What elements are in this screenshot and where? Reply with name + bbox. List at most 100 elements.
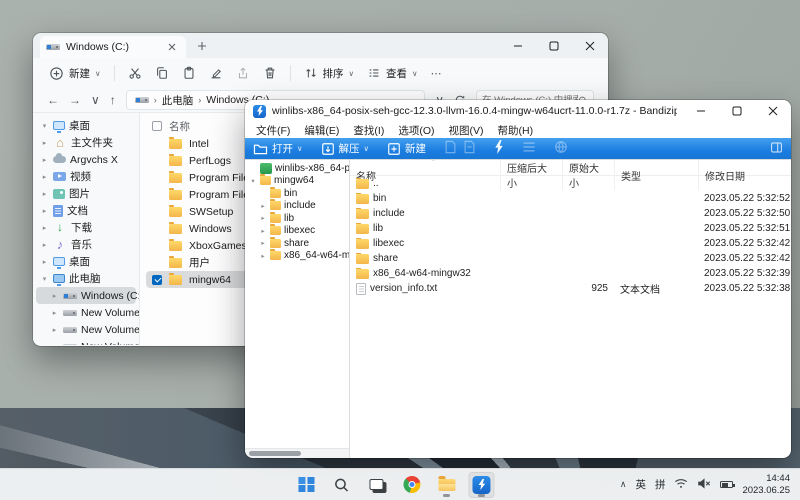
maximize-button[interactable] [719,100,755,122]
tree-item[interactable]: winlibs-x86_64-posix-seh-gcc-1 [245,162,349,175]
explorer-titlebar[interactable]: Windows (C:) [33,33,608,58]
tab-close-icon[interactable] [164,39,180,55]
expander-icon[interactable]: ▸ [40,258,49,266]
tree-item[interactable]: ▸ lib [245,212,349,225]
horizontal-scrollbar[interactable] [245,448,349,458]
menu-item[interactable]: 文件(F) [249,123,297,138]
expander-icon[interactable]: ▸ [50,309,59,317]
start-button[interactable] [293,472,319,498]
explorer-tab[interactable]: Windows (C:) [40,36,186,58]
more-button[interactable]: ⋯ [431,67,442,80]
column-original-size[interactable]: 原始大小 [562,160,614,190]
expander-icon[interactable]: ▸ [259,202,267,210]
column-name[interactable]: 名称 ˆ [350,160,500,190]
sidebar-item[interactable]: ▸ ♪ 音乐 [36,236,136,253]
sidebar-item[interactable]: ▸ 视频 [36,168,136,185]
panel-settings-button[interactable] [770,141,783,157]
sidebar-item[interactable]: ▸ 桌面 [36,253,136,270]
menu-item[interactable]: 选项(O) [391,123,441,138]
archive-row[interactable]: share 2023.05.22 5:32:42 [350,251,791,266]
tree-item[interactable]: ▸ include [245,200,349,213]
archive-row[interactable]: x86_64-w64-mingw32 2023.05.22 5:32:39 [350,266,791,281]
expander-icon[interactable]: ▸ [40,207,49,215]
expander-icon[interactable]: ▸ [40,190,49,198]
scrollbar-thumb[interactable] [249,451,301,456]
new-tab-button[interactable] [194,38,210,54]
close-button[interactable] [572,33,608,58]
open-button[interactable]: 打开 ∨ [253,141,303,156]
archive-row[interactable]: lib 2023.05.22 5:32:51 [350,221,791,236]
sidebar-item[interactable]: ▸ New Volume [36,338,136,345]
test-archive-button[interactable] [494,140,504,157]
sidebar-item[interactable]: ▸ 文档 [36,202,136,219]
bandizip-taskbar-button[interactable] [468,472,494,498]
hidden-icons-chevron[interactable]: ∧ [620,479,627,490]
delete-file-button[interactable] [463,140,476,157]
sidebar-item[interactable]: ▸ ⌂ 主文件夹 [36,134,136,151]
forward-button[interactable]: → [69,93,81,107]
explorer-taskbar-button[interactable] [433,472,459,498]
sidebar-item[interactable]: ▸ 图片 [36,185,136,202]
expander-icon[interactable]: ▸ [40,173,49,181]
volume-muted-button[interactable] [697,478,711,492]
archive-row[interactable]: version_info.txt 925 文本文档 2023.05.22 5:3… [350,281,791,296]
chrome-taskbar-button[interactable] [398,472,424,498]
sidebar-item[interactable]: ▸ ↓ 下载 [36,219,136,236]
maximize-button[interactable] [536,33,572,58]
minimize-button[interactable] [683,100,719,122]
list-view-button[interactable] [522,141,536,156]
taskbar-clock[interactable]: 14:44 2023.06.25 [742,473,790,497]
bandizip-titlebar[interactable]: winlibs-x86_64-posix-seh-gcc-12.3.0-llvm… [245,100,791,122]
column-compressed-size[interactable]: 压缩后大小 [500,160,562,190]
sort-button[interactable]: 排序 ∨ [304,66,355,81]
sidebar-item[interactable]: ▸ New Volume [36,304,136,321]
menu-item[interactable]: 编辑(E) [297,123,346,138]
menu-item[interactable]: 查找(I) [346,123,391,138]
expander-icon[interactable]: ▸ [259,252,267,260]
back-button[interactable]: ← [47,93,59,107]
code-page-button[interactable] [554,140,568,157]
up-button[interactable]: ↑ [110,93,116,107]
sidebar-item[interactable]: ▾ 桌面 [36,117,136,134]
expander-icon[interactable]: ▸ [259,214,267,222]
task-view-button[interactable] [363,472,389,498]
sidebar-item[interactable]: ▸ Windows (C:) [36,287,136,304]
battery-icon[interactable] [720,481,733,488]
expander-icon[interactable]: ▾ [40,122,49,130]
wifi-button[interactable] [674,478,688,492]
sidebar-item[interactable]: ▸ New Volume [36,321,136,338]
close-button[interactable] [755,100,791,122]
archive-row[interactable]: libexec 2023.05.22 5:32:42 [350,236,791,251]
ime-language-button[interactable]: 英 [635,477,646,492]
tree-item[interactable]: ▸ share [245,237,349,250]
menu-item[interactable]: 帮助(H) [491,123,541,138]
column-modified[interactable]: 修改日期 [698,160,791,190]
tree-item[interactable]: ▸ libexec [245,225,349,238]
copy-button[interactable] [155,66,169,80]
new-button[interactable]: 新建 ∨ [49,66,101,81]
expander-icon[interactable]: ▸ [50,292,59,300]
tree-item[interactable]: bin [245,187,349,200]
view-button[interactable]: 查看 ∨ [367,66,418,81]
menu-item[interactable]: 视图(V) [442,123,491,138]
minimize-button[interactable] [500,33,536,58]
breadcrumb-this-pc[interactable]: 此电脑 [162,93,194,108]
taskbar-search-button[interactable] [328,472,354,498]
edit-file-button[interactable] [444,140,457,157]
expander-icon[interactable]: ▾ [249,177,257,185]
delete-button[interactable] [263,66,277,80]
recent-locations-chevron[interactable]: ∨ [91,93,100,107]
tree-item[interactable]: ▸ x86_64-w64-mingw32 [245,250,349,263]
expander-icon[interactable]: ▸ [40,139,49,147]
cut-button[interactable] [128,66,142,80]
new-archive-button[interactable]: 新建 [387,141,426,156]
ime-mode-button[interactable]: 拼 [655,477,666,492]
expander-icon[interactable]: ▸ [50,343,59,346]
expander-icon[interactable]: ▸ [40,224,49,232]
archive-row[interactable]: bin 2023.05.22 5:32:52 [350,191,791,206]
expander-icon[interactable]: ▸ [50,326,59,334]
share-button[interactable] [236,66,250,80]
sidebar-item[interactable]: ▸ Argvchs X [36,151,136,168]
sidebar-item[interactable]: ▾ 此电脑 [36,270,136,287]
select-all-checkbox[interactable] [152,121,162,131]
